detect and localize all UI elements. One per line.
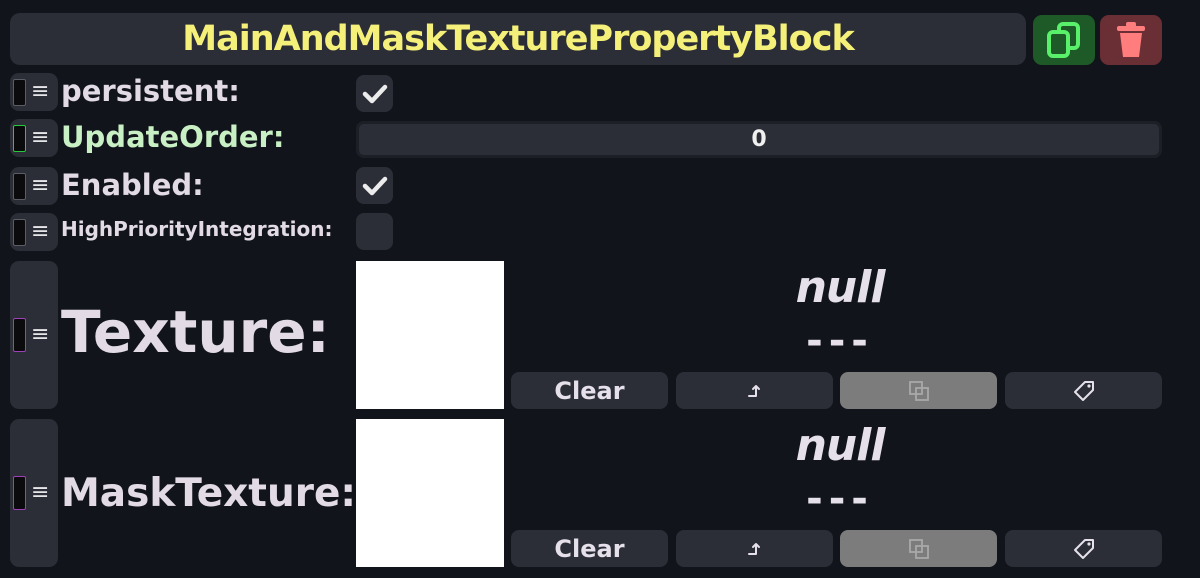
component-title: MainAndMaskTexturePropertyBlock [182,19,854,59]
mask-texture-label: MaskTexture: [61,471,356,516]
texture-asset-info: --- [806,318,874,364]
mask-texture-preview[interactable] [356,419,504,567]
component-header: MainAndMaskTexturePropertyBlock [10,13,1026,65]
texture-asset-name: null [795,262,886,313]
menu-icon[interactable]: ≡ [31,81,49,103]
texture-preview[interactable] [356,261,504,409]
color-swatch [13,124,26,152]
drag-handle-high-priority[interactable]: ≡ [10,213,58,251]
check-icon [362,84,387,103]
menu-icon[interactable]: ≡ [31,482,49,504]
high-priority-checkbox[interactable] [356,213,393,250]
texture-copy-button[interactable] [840,372,997,409]
mask-texture-tag-button[interactable] [1005,530,1162,567]
menu-icon[interactable]: ≡ [31,221,49,243]
texture-tag-button[interactable] [1005,372,1162,409]
enabled-checkbox[interactable] [356,167,393,204]
texture-open-button[interactable] [676,372,833,409]
duplicate-icon [1047,22,1080,58]
mask-texture-clear-button[interactable]: Clear [511,530,668,567]
menu-icon[interactable]: ≡ [31,324,49,346]
tag-icon [1073,538,1094,559]
high-priority-label: HighPriorityIntegration: [61,217,333,241]
mask-texture-copy-button[interactable] [840,530,997,567]
update-order-label: UpdateOrder: [61,120,285,154]
enabled-label: Enabled: [61,168,204,202]
drag-handle-mask-texture[interactable]: ≡ [10,419,58,567]
check-icon [362,176,387,195]
color-swatch [13,172,26,200]
color-swatch [13,476,26,510]
color-swatch [13,78,26,106]
mask-texture-open-button[interactable] [676,530,833,567]
drag-handle-persistent[interactable]: ≡ [10,73,58,111]
tag-icon [1073,380,1094,401]
update-order-input[interactable]: 0 [356,121,1162,158]
menu-icon[interactable]: ≡ [31,175,49,197]
copy-icon [908,538,929,559]
menu-icon[interactable]: ≡ [31,127,49,149]
drag-handle-update-order[interactable]: ≡ [10,119,58,157]
persistent-label: persistent: [61,74,240,108]
open-reference-icon [747,542,760,555]
persistent-checkbox[interactable] [356,75,393,112]
texture-clear-button[interactable]: Clear [511,372,668,409]
open-reference-icon [747,384,760,397]
mask-texture-asset-name: null [795,420,886,471]
drag-handle-enabled[interactable]: ≡ [10,167,58,205]
color-swatch [13,318,26,352]
color-swatch [13,218,26,246]
trash-icon [1117,22,1145,57]
drag-handle-texture[interactable]: ≡ [10,261,58,409]
copy-icon [908,380,929,401]
mask-texture-asset-info: --- [806,476,874,522]
duplicate-button[interactable] [1033,15,1095,65]
texture-label: Texture: [61,298,330,366]
delete-button[interactable] [1100,15,1162,65]
